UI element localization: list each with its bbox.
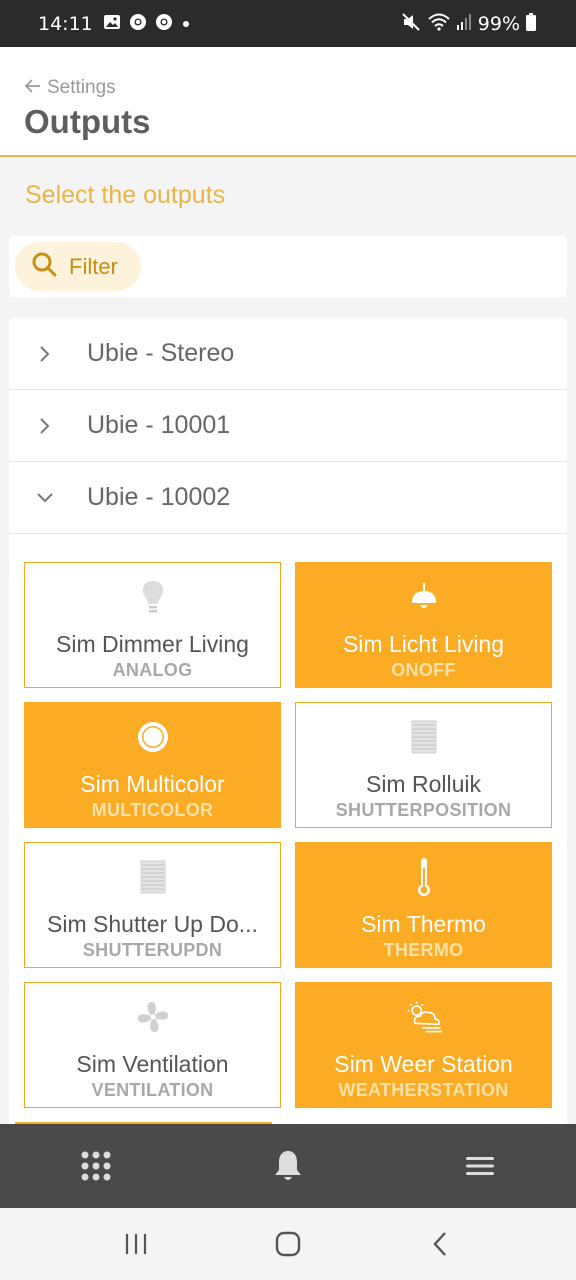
bottom-nav <box>0 1124 576 1208</box>
group-label: Ubie - Stereo <box>87 339 235 367</box>
output-tile[interactable]: Sim Ventilation VENTILATION <box>24 982 281 1108</box>
menu-icon[interactable] <box>450 1136 510 1196</box>
output-tile-grid: Sim Dimmer Living ANALOG Sim Licht Livin… <box>24 562 552 1108</box>
fan-icon <box>133 997 173 1037</box>
arrow-left-icon <box>24 77 41 99</box>
back-link[interactable]: Settings <box>24 77 116 99</box>
output-type: WEATHERSTATION <box>338 1080 509 1100</box>
group-label: Ubie - 10001 <box>87 411 231 439</box>
page-title: Outputs <box>24 103 151 140</box>
output-tile[interactable]: Sim Licht Living ONOFF <box>295 562 552 688</box>
output-type: ANALOG <box>112 660 193 680</box>
output-tile[interactable]: Sim Shutter Up Do... SHUTTERUPDN <box>24 842 281 968</box>
chrome-icon <box>129 13 147 35</box>
group-row-ubie-10001[interactable]: Ubie - 10001 <box>9 390 567 462</box>
output-tile[interactable]: Sim Thermo THERMO <box>295 842 552 968</box>
output-type: VENTILATION <box>91 1080 214 1100</box>
output-tile[interactable]: Sim Rolluik SHUTTERPOSITION <box>295 702 552 828</box>
chevron-right-icon <box>35 344 55 364</box>
bulb-icon <box>133 577 173 617</box>
section-subtitle: Select the outputs <box>25 181 226 209</box>
gallery-icon <box>103 13 121 35</box>
output-name: Sim Licht Living <box>342 631 505 657</box>
output-tile[interactable]: Sim Dimmer Living ANALOG <box>24 562 281 688</box>
battery-percent: 99% <box>477 12 520 35</box>
status-bar: 14:11 99% <box>0 0 576 47</box>
signal-icon <box>456 13 472 35</box>
output-name: Sim Dimmer Living <box>56 631 249 657</box>
output-type: SHUTTERUPDN <box>82 940 223 960</box>
wifi-icon <box>428 13 450 35</box>
group-label: Ubie - 10002 <box>87 483 231 511</box>
back-link-label: Settings <box>47 77 116 98</box>
battery-icon <box>526 12 536 35</box>
color-circle-icon <box>133 717 173 757</box>
back-icon[interactable] <box>410 1214 470 1274</box>
filter-button[interactable]: Filter <box>15 242 141 291</box>
weather-icon <box>404 997 444 1037</box>
output-group-list: Ubie - Stereo Ubie - 10001 Ubie - 10002 … <box>9 318 567 1218</box>
grid-icon[interactable] <box>66 1136 126 1196</box>
output-name: Sim Shutter Up Do... <box>47 911 258 937</box>
home-icon[interactable] <box>258 1214 318 1274</box>
chrome-icon <box>155 13 173 35</box>
output-name: Sim Weer Station <box>334 1051 513 1077</box>
output-name: Sim Ventilation <box>76 1051 229 1077</box>
system-nav <box>0 1208 576 1280</box>
filter-label: Filter <box>69 253 118 279</box>
output-name: Sim Rolluik <box>365 771 482 797</box>
ceiling-lamp-icon <box>404 577 444 617</box>
output-name: Sim Thermo <box>361 911 486 937</box>
output-tile[interactable]: Sim Multicolor MULTICOLOR <box>24 702 281 828</box>
page-header: Settings Outputs <box>0 47 576 157</box>
recents-icon[interactable] <box>106 1214 166 1274</box>
mute-icon <box>402 12 422 35</box>
output-tile[interactable]: Sim Weer Station WEATHERSTATION <box>295 982 552 1108</box>
group-row-ubie-10002[interactable]: Ubie - 10002 <box>9 462 567 534</box>
chevron-down-icon <box>35 488 55 508</box>
output-type: MULTICOLOR <box>91 800 214 820</box>
output-type: SHUTTERPOSITION <box>335 800 512 820</box>
output-type: ONOFF <box>391 660 456 680</box>
bell-icon[interactable] <box>258 1136 318 1196</box>
output-type: THERMO <box>383 940 464 960</box>
shutter-icon <box>133 857 173 897</box>
output-name: Sim Multicolor <box>80 771 225 797</box>
shutter-icon <box>404 717 444 757</box>
thermometer-icon <box>404 857 444 897</box>
dot-icon <box>181 14 191 33</box>
chevron-right-icon <box>35 416 55 436</box>
status-time: 14:11 <box>38 12 93 35</box>
search-icon <box>31 251 57 283</box>
filter-card: Filter <box>9 236 567 297</box>
group-row-ubie-stereo[interactable]: Ubie - Stereo <box>9 318 567 390</box>
